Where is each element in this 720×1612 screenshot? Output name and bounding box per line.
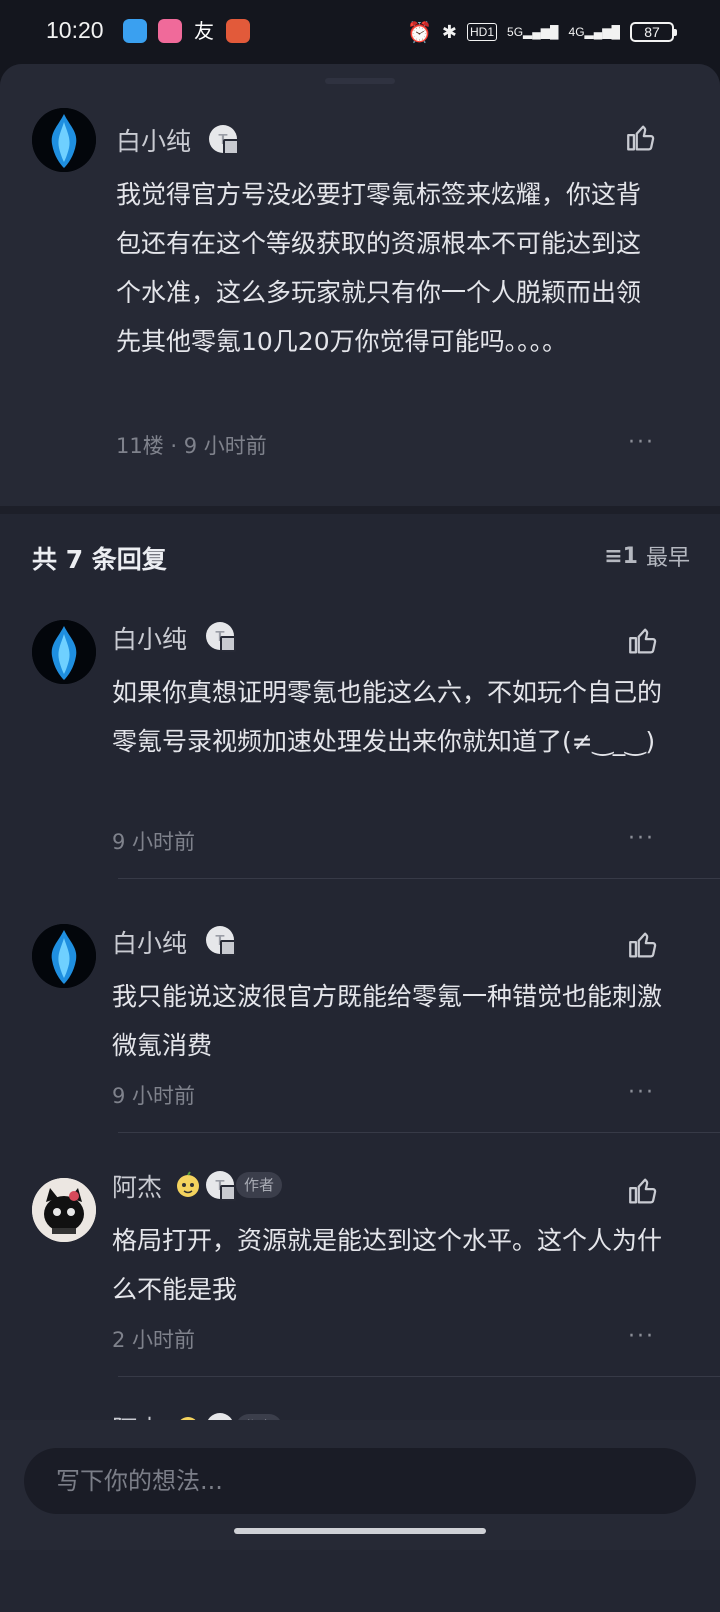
- reply-text: 格局打开，资源就是能达到这个水平。这个人为什么不能是我: [112, 1226, 663, 1304]
- reply-text: 如果你真想证明零氪也能这么六，不如玩个自己的零氪号录视频加速处理发出来你就知道了…: [112, 678, 663, 756]
- reply-time: 2 小时前: [112, 1328, 196, 1352]
- username[interactable]: 白小纯: [112, 924, 187, 960]
- username[interactable]: 白小纯: [116, 122, 191, 158]
- username[interactable]: 阿杰: [112, 1168, 162, 1204]
- level-badge-icon: T: [206, 622, 236, 652]
- more-options-icon[interactable]: ···: [628, 1324, 655, 1349]
- like-icon[interactable]: [624, 121, 658, 155]
- app-notification-icon: [123, 19, 147, 43]
- status-icons: ⏰ ✱ HD1 5G▂▄▆█ 4G▂▄▆█ 87: [407, 18, 677, 46]
- like-icon[interactable]: [626, 1174, 660, 1208]
- level-badge-icon: T: [206, 1171, 236, 1201]
- more-options-icon[interactable]: ···: [628, 1080, 655, 1105]
- username[interactable]: 白小纯: [112, 620, 187, 656]
- avatar[interactable]: [32, 108, 96, 172]
- drag-handle[interactable]: [325, 78, 395, 84]
- home-indicator[interactable]: [234, 1528, 486, 1534]
- author-tag: 作者: [236, 1172, 283, 1198]
- section-divider: [0, 506, 720, 514]
- level-badge-icon: T: [206, 926, 236, 956]
- like-icon[interactable]: [626, 624, 660, 658]
- signal-4g-icon: 4G▂▄▆█: [568, 25, 620, 39]
- main-comment: 白小纯 T 我觉得官方号没必要打零氪标签来炫耀，你这背包还有在这个等级获取的资源…: [0, 64, 720, 506]
- comment-sheet: 白小纯 T 我觉得官方号没必要打零氪标签来炫耀，你这背包还有在这个等级获取的资源…: [0, 64, 720, 1612]
- lemon-medal-icon: [177, 1171, 199, 1197]
- more-options-icon[interactable]: ···: [628, 826, 655, 851]
- reply-separator: [118, 878, 720, 879]
- avatar[interactable]: [32, 924, 96, 988]
- avatar[interactable]: [32, 1178, 96, 1242]
- more-options-icon[interactable]: ···: [628, 430, 655, 455]
- reply-count: 共 7 条回复: [32, 545, 167, 574]
- comment-input[interactable]: 写下你的想法...: [24, 1448, 696, 1514]
- reply-text: 我只能说这波很官方既能给零氪一种错觉也能刺激微氪消费: [112, 982, 663, 1060]
- like-icon[interactable]: [626, 928, 660, 962]
- status-bar: 10:20 友 ⏰ ✱ HD1 5G▂▄▆█ 4G▂▄▆█ 87: [0, 0, 720, 64]
- comment-text: 我觉得官方号没必要打零氪标签来炫耀，你这背包还有在这个等级获取的资源根本不可能达…: [116, 180, 642, 356]
- signal-5g-icon: 5G▂▄▆█: [507, 25, 559, 39]
- bilibili-icon: [158, 19, 182, 43]
- reply-time: 9 小时前: [112, 830, 196, 854]
- level-badge-icon: T: [209, 125, 239, 155]
- zhifubao-icon: 友: [194, 19, 214, 43]
- sort-icon: ≡1: [604, 543, 638, 569]
- reply-separator: [118, 1132, 720, 1133]
- bluetooth-icon: ✱: [441, 21, 458, 42]
- comment-meta: 11楼 · 9 小时前: [116, 434, 267, 458]
- sort-button[interactable]: ≡1 最早: [604, 540, 690, 572]
- sort-label: 最早: [645, 546, 690, 571]
- reply-time: 9 小时前: [112, 1084, 196, 1108]
- clock: 10:20: [46, 17, 104, 43]
- battery-icon: 87: [630, 22, 677, 42]
- avatar[interactable]: [32, 620, 96, 684]
- reply-separator: [118, 1376, 720, 1377]
- game-app-icon: [226, 19, 250, 43]
- alarm-icon: ⏰: [407, 21, 432, 44]
- hd-icon: HD1: [467, 23, 498, 41]
